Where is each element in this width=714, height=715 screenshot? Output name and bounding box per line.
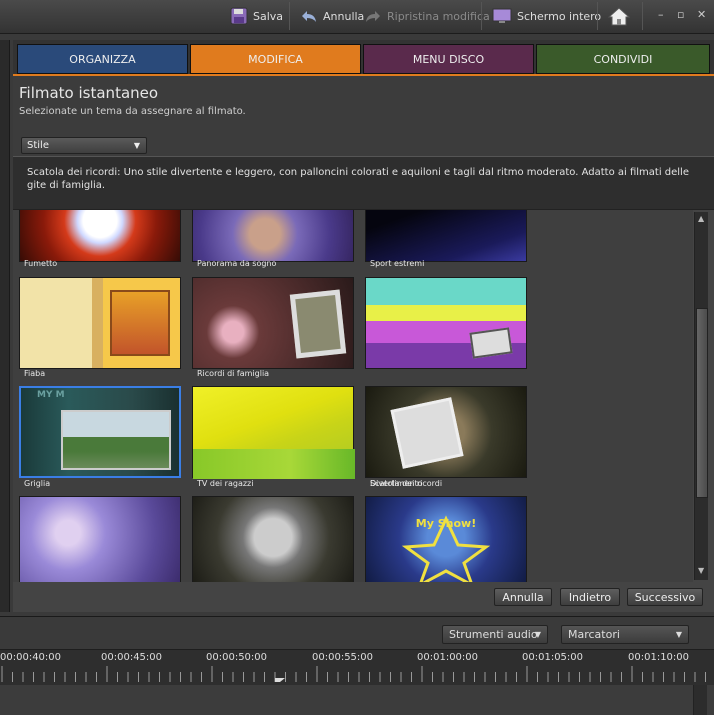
time-ruler[interactable]: 00:00:40:00 00:00:45:00 00:00:50:00 00:0… — [0, 649, 714, 685]
timecode: 00:00:45:00 — [101, 652, 163, 663]
home-button[interactable] — [608, 0, 630, 32]
style-dropdown-value: Stile — [27, 140, 49, 151]
ruler-ticks — [1, 666, 706, 682]
timecode: 00:00:40:00 — [0, 652, 62, 663]
fullscreen-button[interactable]: Schermo intero — [492, 0, 601, 32]
tab-label: MENU DISCO — [412, 52, 485, 66]
theme-label: Panorama da sogno — [197, 259, 277, 268]
undo-label: Annulla — [323, 9, 365, 23]
audio-tools-dropdown[interactable]: Strumenti audio ▼ — [442, 625, 548, 644]
tab-menu-disco[interactable]: MENU DISCO — [363, 44, 534, 74]
theme-thumbnail-fumetto[interactable] — [19, 210, 181, 262]
theme-thumbnail-fiaba[interactable] — [19, 277, 181, 369]
theme-label: Sport estremi — [370, 259, 425, 268]
theme-thumbnail-divertimento[interactable] — [365, 277, 527, 369]
scroll-up-icon[interactable]: ▲ — [698, 214, 704, 223]
tab-organizza[interactable]: ORGANIZZA — [17, 44, 188, 74]
markers-label: Marcatori — [568, 628, 620, 641]
left-collapsed-panel — [0, 40, 10, 612]
redo-button[interactable]: Ripristina modifica — [364, 0, 490, 32]
theme-description: Scatola dei ricordi: Uno stile divertent… — [13, 156, 714, 210]
page-title: Filmato istantaneo — [19, 84, 159, 102]
chevron-down-icon: ▼ — [133, 141, 140, 150]
cancel-button[interactable]: Annulla — [494, 588, 552, 606]
theme-thumbnail-globe[interactable] — [192, 496, 354, 582]
timecode: 00:01:10:00 — [628, 652, 690, 663]
save-button[interactable]: Salva — [230, 0, 283, 32]
home-icon — [608, 7, 630, 26]
theme-grid: Fumetto Panorama da sogno Sport estremi … — [13, 210, 693, 582]
redo-arrow-icon — [366, 11, 380, 22]
task-panel: ORGANIZZA MODIFICA MENU DISCO CONDIVIDI … — [13, 40, 714, 612]
page-subtitle: Selezionate un tema da assegnare al film… — [19, 106, 246, 117]
theme-thumbnail-ricordi-di-famiglia[interactable] — [192, 277, 354, 369]
timecode: 00:01:05:00 — [522, 652, 584, 663]
undo-button[interactable]: Annulla — [300, 0, 364, 32]
theme-thumbnail-sport-estremi[interactable] — [365, 210, 527, 262]
tab-label: MODIFICA — [248, 52, 303, 66]
theme-label: Griglia — [24, 479, 51, 488]
theme-label: Fumetto — [24, 259, 58, 268]
monitor-icon — [492, 8, 512, 23]
timeline-scrollbar[interactable] — [693, 685, 707, 715]
style-dropdown[interactable]: Stile ▼ — [21, 137, 147, 154]
timecode: 00:00:50:00 — [206, 652, 268, 663]
tab-label: CONDIVIDI — [593, 52, 653, 66]
theme-thumbnail-tv-dei-ragazzi[interactable] — [192, 386, 355, 479]
my-show-title: My Show! — [415, 517, 477, 530]
star-icon — [401, 515, 491, 582]
fullscreen-label: Schermo intero — [517, 9, 602, 23]
griglia-thumb-text: MY M — [37, 390, 65, 400]
minimize-icon[interactable]: – — [658, 8, 664, 21]
close-icon[interactable]: ✕ — [697, 8, 706, 21]
restore-icon[interactable]: ▫ — [677, 8, 684, 21]
workspace-tabs: ORGANIZZA MODIFICA MENU DISCO CONDIVIDI — [13, 40, 714, 76]
theme-thumbnail-scatola-dei-ricordi[interactable] — [365, 386, 527, 478]
theme-label: Fiaba — [24, 369, 46, 378]
audio-tools-label: Strumenti audio — [449, 628, 538, 641]
save-label: Salva — [253, 9, 284, 23]
chevron-down-icon: ▼ — [534, 630, 541, 639]
timeline-track[interactable] — [0, 685, 714, 715]
top-toolbar: Salva Annulla Ripristina modifica Scherm… — [0, 0, 714, 34]
tab-modifica[interactable]: MODIFICA — [190, 44, 361, 74]
markers-dropdown[interactable]: Marcatori ▼ — [561, 625, 689, 644]
theme-thumbnail-my-show[interactable]: My Show! — [365, 496, 527, 582]
scrollbar-thumb[interactable] — [696, 308, 708, 498]
chevron-down-icon: ▼ — [675, 630, 682, 639]
next-button[interactable]: Successivo — [627, 588, 703, 606]
timecode: 00:01:00:00 — [417, 652, 479, 663]
scroll-down-icon[interactable]: ▼ — [698, 566, 704, 575]
undo-arrow-icon — [302, 11, 316, 22]
back-button[interactable]: Indietro — [560, 588, 620, 606]
theme-label: Scatola dei ricordi — [370, 479, 443, 488]
floppy-disk-icon — [230, 7, 248, 25]
theme-thumbnail-purple[interactable] — [19, 496, 181, 582]
tab-label: ORGANIZZA — [69, 52, 136, 66]
theme-label: Ricordi di famiglia — [197, 369, 270, 378]
theme-thumbnail-panorama-da-sogno[interactable] — [192, 210, 354, 262]
grid-scrollbar[interactable]: ▲ ▼ — [694, 212, 708, 580]
tab-condividi[interactable]: CONDIVIDI — [536, 44, 710, 74]
timeline-panel: Strumenti audio ▼ Marcatori ▼ 00:00:40:0… — [0, 616, 714, 715]
timecode: 00:00:55:00 — [312, 652, 374, 663]
theme-label: TV dei ragazzi — [197, 479, 254, 488]
theme-thumbnail-griglia[interactable]: MY M — [19, 386, 181, 478]
redo-label: Ripristina modifica — [387, 9, 490, 23]
